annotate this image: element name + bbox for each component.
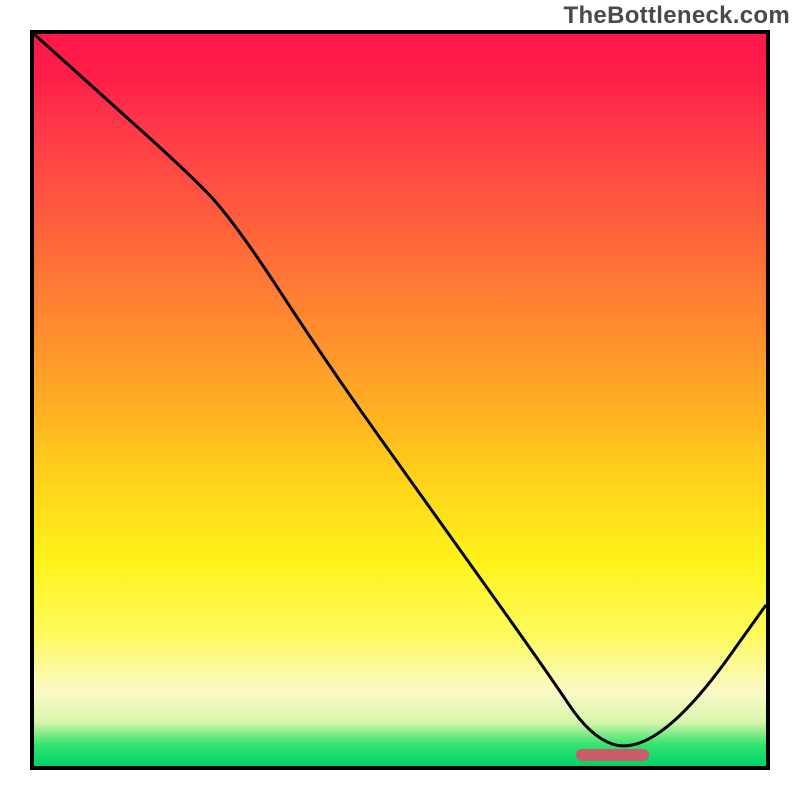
gradient-background bbox=[34, 34, 766, 766]
chart-container: TheBottleneck.com bbox=[0, 0, 800, 800]
optimum-marker bbox=[576, 749, 649, 761]
plot-frame bbox=[30, 30, 770, 770]
watermark-text: TheBottleneck.com bbox=[564, 2, 790, 30]
